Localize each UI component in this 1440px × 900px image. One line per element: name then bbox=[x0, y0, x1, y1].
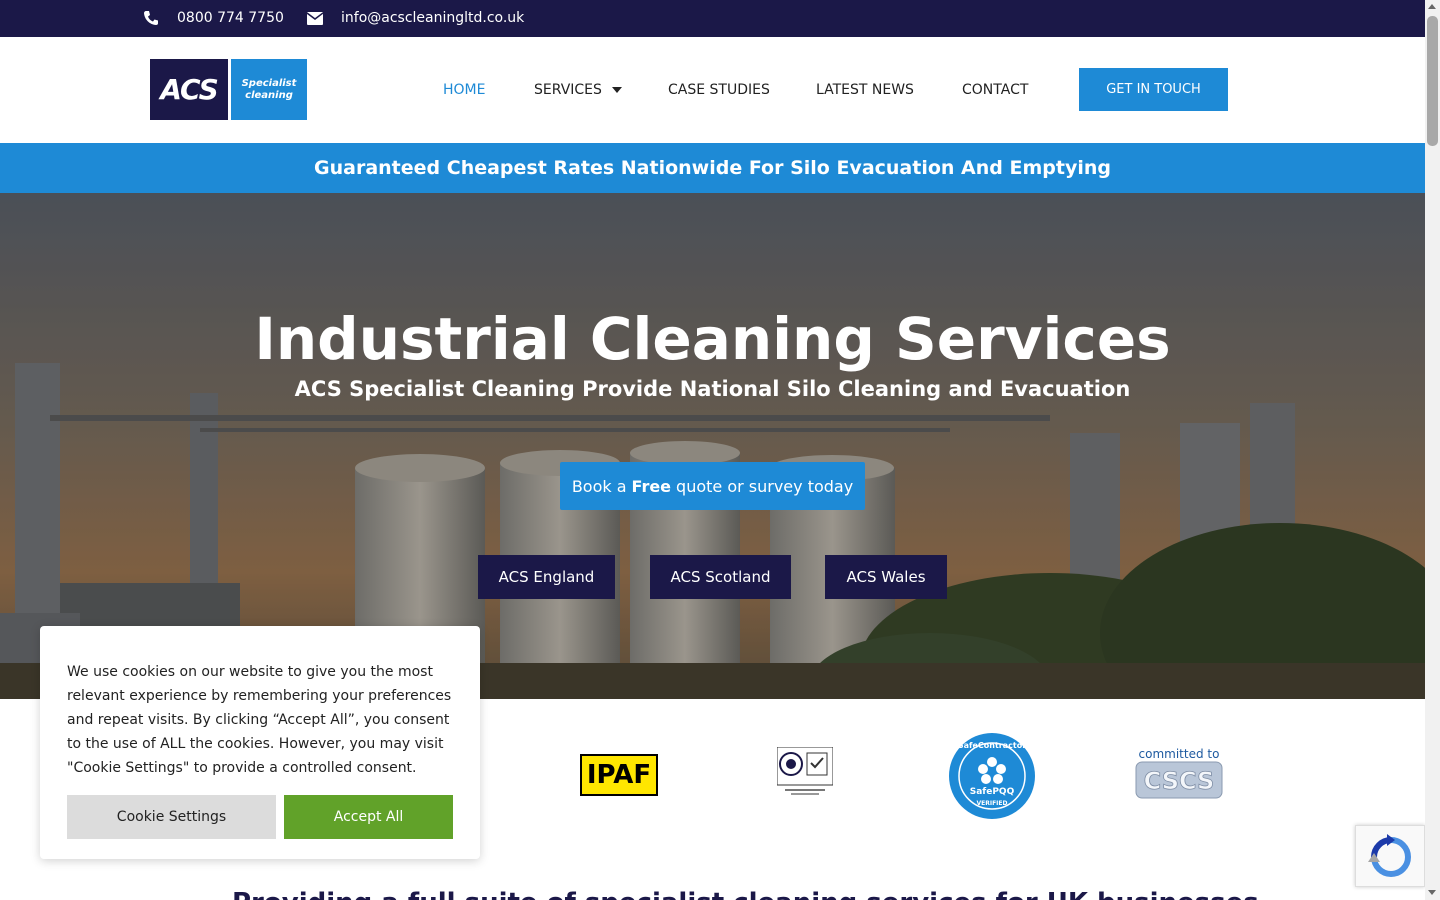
acs-wales-button[interactable]: ACS Wales bbox=[825, 555, 947, 599]
email-contact[interactable]: info@acscleaningltd.co.uk bbox=[307, 10, 524, 26]
recaptcha-badge[interactable] bbox=[1355, 825, 1425, 887]
safecontractor-logo: SafeContractor SafePQQ VERIFIED bbox=[949, 733, 1035, 819]
quote-text-pre: Book a bbox=[571, 476, 627, 496]
nav-services[interactable]: SERVICES bbox=[534, 82, 622, 98]
nav-services-label: SERVICES bbox=[534, 82, 602, 98]
caret-down-icon bbox=[611, 87, 622, 93]
nav-home[interactable]: HOME bbox=[443, 82, 485, 98]
recaptcha-icon bbox=[1368, 834, 1411, 877]
safepqq-label: SafePQQ bbox=[970, 787, 1015, 797]
top-contact-bar: 0800 774 7750 info@acscleaningltd.co.uk bbox=[0, 0, 1425, 37]
acs-england-button[interactable]: ACS England bbox=[478, 555, 615, 599]
hero-subtitle: ACS Specialist Cleaning Provide National… bbox=[294, 377, 1131, 401]
promo-banner: Guaranteed Cheapest Rates Nationwide For… bbox=[0, 143, 1425, 193]
ipaf-logo: IPAF bbox=[580, 754, 658, 796]
email-address[interactable]: info@acscleaningltd.co.uk bbox=[341, 10, 524, 26]
book-free-quote-button[interactable]: Book a Free quote or survey today bbox=[560, 462, 865, 510]
envelope-icon bbox=[307, 11, 323, 25]
cscs-committed-label: committed to bbox=[1139, 747, 1220, 761]
hero-section: Industrial Cleaning Services ACS Special… bbox=[0, 193, 1425, 699]
accept-all-button[interactable]: Accept All bbox=[284, 795, 453, 839]
logo-tagline-line2: cleaning bbox=[245, 89, 293, 101]
site-header: ACS Specialist cleaning HOME SERVICES CA… bbox=[0, 37, 1425, 143]
cscs-logo: committed to CSCS bbox=[1135, 747, 1223, 799]
get-in-touch-button[interactable]: GET IN TOUCH bbox=[1079, 68, 1228, 111]
cscs-text: CSCS bbox=[1144, 767, 1215, 795]
quote-text-bold: Free bbox=[631, 476, 672, 496]
quote-text-post: quote or survey today bbox=[676, 476, 854, 496]
phone-number[interactable]: 0800 774 7750 bbox=[177, 10, 284, 26]
logo-mark: ACS bbox=[150, 59, 228, 120]
cookie-consent-text: We use cookies on our website to give yo… bbox=[67, 664, 452, 776]
hero-title: Industrial Cleaning Services bbox=[254, 305, 1171, 373]
verified-label: VERIFIED bbox=[976, 800, 1007, 807]
phone-icon bbox=[144, 11, 158, 25]
industrial-silo-background bbox=[0, 193, 1425, 699]
nav-latest-news[interactable]: LATEST NEWS bbox=[816, 82, 914, 98]
page-scrollbar[interactable] bbox=[1425, 0, 1440, 900]
services-section-heading: Providing a full suite of specialist cle… bbox=[232, 888, 1259, 900]
nav-case-studies[interactable]: CASE STUDIES bbox=[668, 82, 770, 98]
acs-logo[interactable]: ACS Specialist cleaning bbox=[150, 59, 307, 120]
acs-scotland-button[interactable]: ACS Scotland bbox=[650, 555, 791, 599]
iso-certification-logo bbox=[777, 747, 833, 795]
scrollbar-thumb[interactable] bbox=[1427, 16, 1438, 146]
logo-tagline-line1: Specialist bbox=[241, 77, 297, 89]
cookie-consent-banner: We use cookies on our website to give yo… bbox=[40, 626, 480, 859]
scroll-up-arrow-icon[interactable] bbox=[1428, 4, 1436, 9]
cookie-settings-button[interactable]: Cookie Settings bbox=[67, 795, 276, 839]
scroll-down-arrow-icon[interactable] bbox=[1428, 890, 1436, 895]
phone-contact[interactable]: 0800 774 7750 bbox=[143, 10, 284, 26]
nav-contact[interactable]: CONTACT bbox=[962, 82, 1028, 98]
safecontractor-name: SafeContractor bbox=[958, 741, 1026, 750]
logo-tagline: Specialist cleaning bbox=[231, 59, 307, 120]
